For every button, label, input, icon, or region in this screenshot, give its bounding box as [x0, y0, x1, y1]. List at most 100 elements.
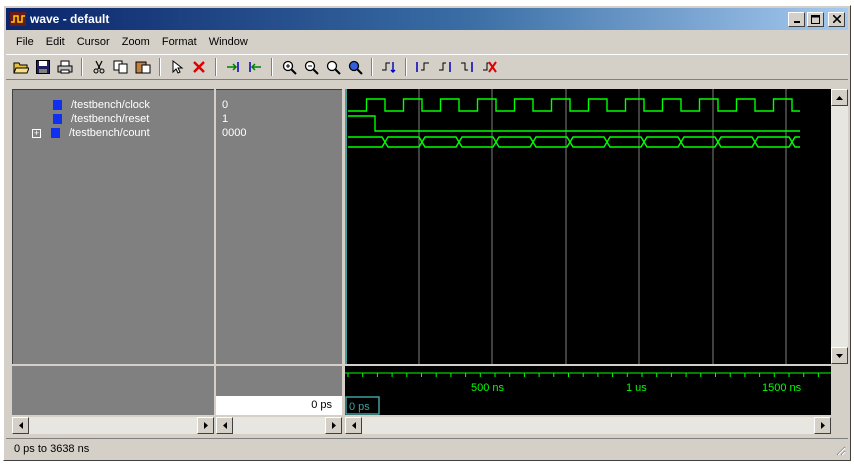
cursor-time-readout: 0 ps: [216, 396, 342, 415]
scroll-left-arrow[interactable]: [345, 417, 362, 434]
signal-values-pane[interactable]: 0 1 0000: [216, 89, 342, 364]
names-horizontal-scrollbar[interactable]: [12, 417, 214, 434]
find-edge-button[interactable]: [378, 56, 400, 78]
minimize-button[interactable]: [788, 11, 805, 27]
wave-horizontal-scrollbar[interactable]: [345, 417, 831, 434]
scroll-left-arrow[interactable]: [216, 417, 233, 434]
scroll-right-arrow[interactable]: [814, 417, 831, 434]
time-ruler-canvas: 500 ns 1 us 1500 ns 0 ps: [345, 372, 831, 415]
toolbar-separator: [371, 58, 373, 76]
resize-grip-icon[interactable]: [834, 444, 846, 456]
close-button[interactable]: [828, 11, 845, 27]
maximize-icon: [811, 14, 820, 24]
menu-bar: File Edit Cursor Zoom Format Window: [6, 32, 848, 52]
find-edge-icon: [382, 62, 396, 73]
values-horizontal-scrollbar[interactable]: [216, 417, 342, 434]
arrow-right-icon: [203, 422, 208, 429]
toolbar-separator: [81, 58, 83, 76]
title-bar[interactable]: wave - default: [6, 8, 848, 30]
menu-cursor[interactable]: Cursor: [71, 36, 116, 48]
signal-row-count[interactable]: + /testbench/count: [32, 126, 150, 140]
arrow-up-icon: [836, 95, 843, 100]
window-title: wave - default: [30, 12, 110, 26]
names-footer: [12, 366, 214, 415]
save-button[interactable]: [32, 56, 54, 78]
toolbar-separator: [159, 58, 161, 76]
count-waveform: [348, 136, 800, 148]
signal-value: 1: [222, 113, 229, 125]
arrow-down-icon: [836, 353, 843, 358]
waveform-pane[interactable]: [345, 89, 831, 364]
expand-plus-icon[interactable]: +: [32, 128, 41, 138]
scroll-up-arrow[interactable]: [831, 89, 848, 106]
reset-waveform: [348, 115, 800, 132]
previous-edge-icon: [416, 62, 429, 72]
delete-button[interactable]: [188, 56, 210, 78]
scroll-left-arrow[interactable]: [12, 417, 29, 434]
zoom-in-button[interactable]: [278, 56, 300, 78]
menu-file[interactable]: File: [10, 36, 40, 48]
clear-edges-button[interactable]: [478, 56, 500, 78]
zoom-full-icon: [326, 60, 341, 75]
count-bus-trace: [348, 136, 800, 148]
paste-button[interactable]: [132, 56, 154, 78]
signal-names-pane[interactable]: /testbench/clock /testbench/reset + /tes…: [12, 89, 214, 364]
cut-icon: [93, 60, 105, 74]
menu-format[interactable]: Format: [156, 36, 203, 48]
cut-button[interactable]: [88, 56, 110, 78]
remove-cursor-icon: [249, 62, 261, 72]
arrow-right-icon: [331, 422, 336, 429]
toolbar-separator: [215, 58, 217, 76]
select-pointer-button[interactable]: [166, 56, 188, 78]
remove-cursor-button[interactable]: [244, 56, 266, 78]
toolbar-separator: [405, 58, 407, 76]
zoom-out-button[interactable]: [300, 56, 322, 78]
copy-button[interactable]: [110, 56, 132, 78]
time-label-1500ns: 1500 ns: [762, 382, 802, 394]
clock-waveform: [348, 98, 800, 112]
scroll-right-arrow[interactable]: [197, 417, 214, 434]
waveform-canvas[interactable]: [345, 89, 831, 364]
next-falling-edge-button[interactable]: [456, 56, 478, 78]
ruler-ticks: [345, 372, 831, 377]
signal-color-swatch: [53, 100, 62, 110]
zoom-in-icon: [282, 60, 297, 75]
menu-zoom[interactable]: Zoom: [116, 36, 156, 48]
insert-cursor-icon: [227, 62, 239, 72]
minimize-icon: [793, 21, 800, 23]
signal-name: /testbench/reset: [71, 113, 150, 125]
select-pointer-icon: [172, 60, 184, 74]
maximize-button[interactable]: [807, 11, 824, 27]
time-label-500ns: 500 ns: [471, 382, 505, 394]
close-icon: [832, 15, 841, 23]
insert-cursor-button[interactable]: [222, 56, 244, 78]
signal-row-reset[interactable]: /testbench/reset: [53, 112, 149, 126]
wave-window: wave - default File Edit Cursor Zoom For…: [3, 5, 851, 461]
menu-edit[interactable]: Edit: [40, 36, 71, 48]
previous-edge-button[interactable]: [412, 56, 434, 78]
menu-window[interactable]: Window: [203, 36, 254, 48]
copy-icon: [113, 60, 128, 74]
arrow-left-icon: [351, 422, 356, 429]
wave-app-icon: [10, 12, 26, 26]
zoom-area-button[interactable]: [344, 56, 366, 78]
open-button[interactable]: [10, 56, 32, 78]
signal-value: 0: [222, 99, 229, 111]
zoom-area-icon: [348, 60, 363, 75]
cursor-marker-label: 0 ps: [349, 401, 370, 413]
scroll-right-arrow[interactable]: [325, 417, 342, 434]
next-edge-button[interactable]: [434, 56, 456, 78]
zoom-full-button[interactable]: [322, 56, 344, 78]
delete-icon: [193, 61, 205, 73]
zoom-out-icon: [304, 60, 319, 75]
signal-name: /testbench/clock: [71, 99, 150, 111]
vertical-scrollbar[interactable]: [831, 89, 848, 364]
print-button[interactable]: [54, 56, 76, 78]
signal-row-clock[interactable]: /testbench/clock: [53, 98, 150, 112]
signal-value: 0000: [222, 127, 247, 139]
status-time-range: 0 ps to 3638 ns: [14, 442, 90, 455]
scroll-down-arrow[interactable]: [831, 347, 848, 364]
signal-color-swatch: [53, 114, 62, 124]
time-ruler[interactable]: 500 ns 1 us 1500 ns 0 ps: [345, 366, 831, 415]
arrow-left-icon: [222, 422, 227, 429]
